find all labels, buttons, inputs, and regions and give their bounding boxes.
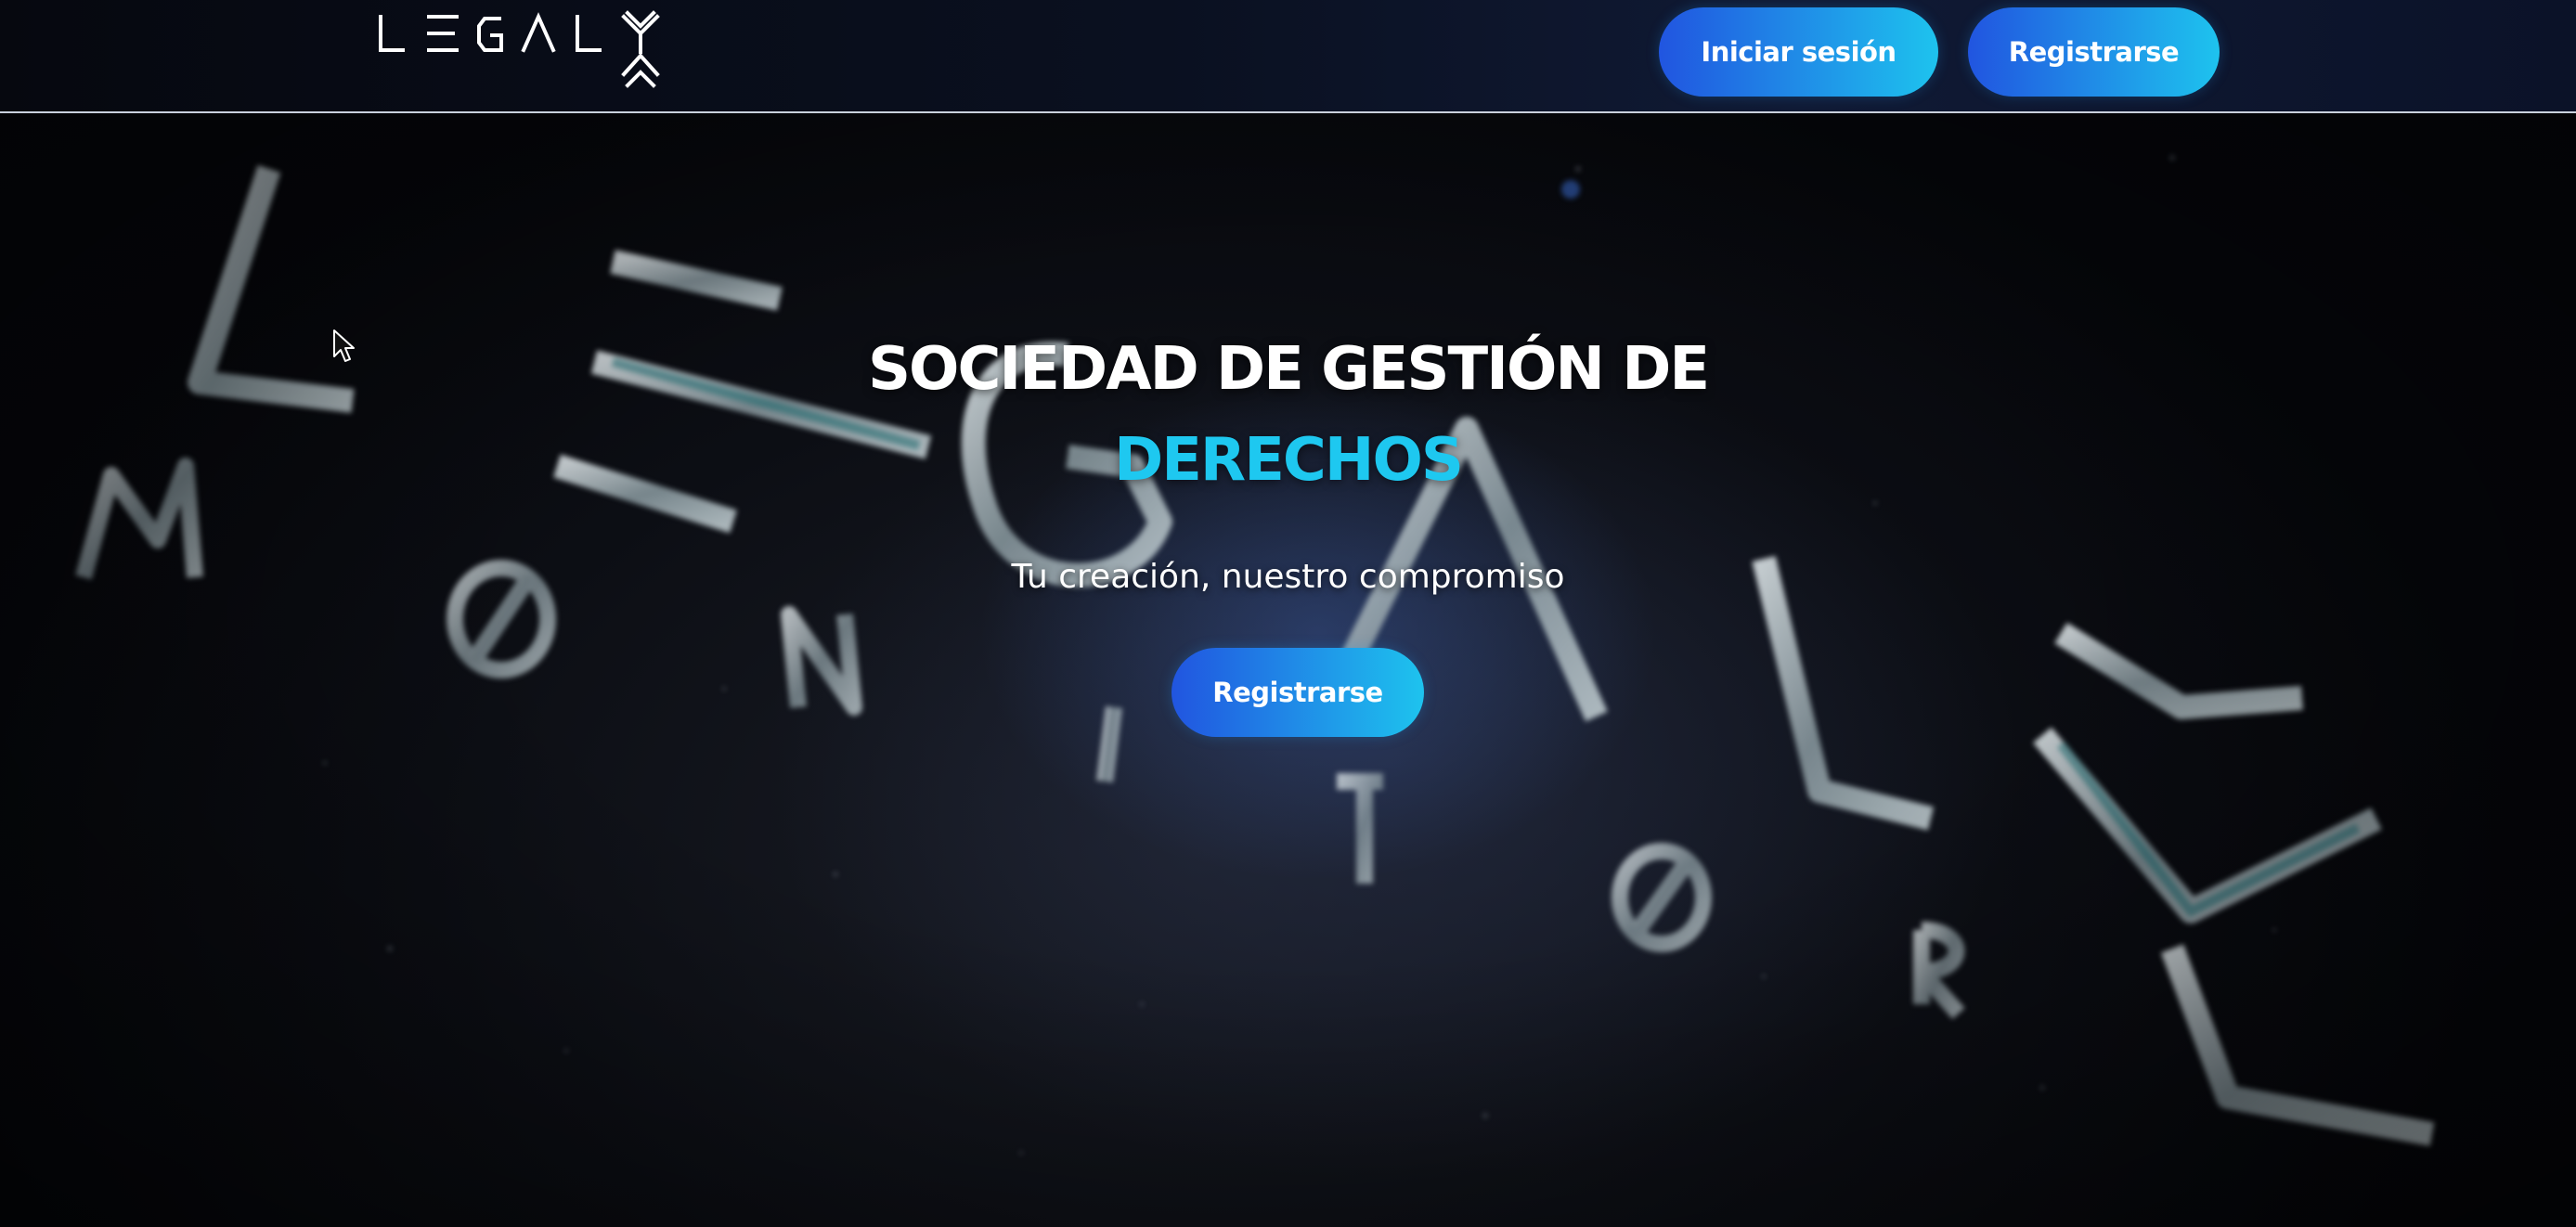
legal-monitor-logo[interactable] — [371, 7, 687, 97]
register-button-hero[interactable]: Registrarse — [1171, 648, 1424, 737]
logo-mark — [379, 10, 660, 88]
login-button[interactable]: Iniciar sesión — [1659, 7, 1938, 97]
top-navbar: Iniciar sesión Registrarse — [0, 0, 2576, 113]
hero-title: SOCIEDAD DE GESTIÓN DE — [867, 335, 1710, 404]
hero-accent-title: DERECHOS — [1114, 426, 1464, 495]
hero-section: SOCIEDAD DE GESTIÓN DE DERECHOS Tu creac… — [0, 113, 2576, 1227]
hero-subtitle: Tu creación, nuestro compromiso — [1011, 558, 1565, 596]
register-button-header[interactable]: Registrarse — [1968, 7, 2220, 97]
mouse-cursor-icon — [332, 329, 356, 366]
landing-page: Iniciar sesión Registrarse SOCIEDAD DE G… — [0, 0, 2576, 1227]
